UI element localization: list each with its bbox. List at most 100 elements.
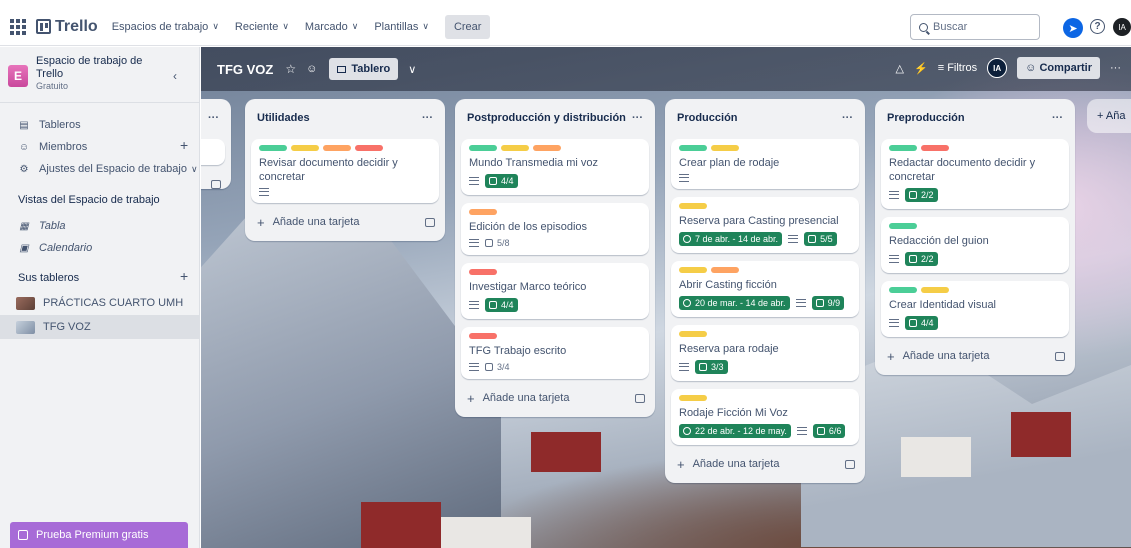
label-green[interactable] [259, 145, 287, 151]
list-menu-icon[interactable]: ··· [208, 112, 219, 124]
help-icon[interactable]: ? [1090, 19, 1105, 34]
label-red[interactable] [469, 269, 497, 275]
sidebar-item-table[interactable]: ▦ Tabla [18, 220, 65, 232]
nav-starred[interactable]: Marcado ∨ [305, 21, 358, 33]
add-board-icon[interactable]: + [180, 268, 188, 284]
card-labels [889, 223, 1061, 229]
sidebar-item-calendar[interactable]: ▣ Calendario [18, 242, 92, 254]
card-badges: 7 de abr. - 14 de abr. 5/5 [679, 232, 851, 246]
label-yellow[interactable] [711, 145, 739, 151]
description-icon [795, 299, 806, 307]
card[interactable]: Reserva para Casting presencial 7 de abr.… [671, 197, 859, 253]
workspace-name[interactable]: Espacio de trabajo de Trello [36, 55, 156, 81]
list-menu-icon[interactable]: ··· [422, 112, 433, 124]
label-green[interactable] [889, 145, 917, 151]
label-yellow[interactable] [679, 267, 707, 273]
label-orange[interactable] [323, 145, 351, 151]
label-yellow[interactable] [291, 145, 319, 151]
card[interactable]: Investigar Marco teórico 4/4 [461, 263, 649, 319]
sidebar-board-tfg-voz[interactable]: TFG VOZ [0, 315, 200, 339]
label-red[interactable] [469, 333, 497, 339]
notifications-icon[interactable]: ➤ [1063, 18, 1083, 38]
visibility-icon[interactable]: ☺ [306, 63, 317, 75]
add-card-button[interactable]: + Añade una tarjeta [671, 453, 859, 475]
due-date-badge[interactable]: 20 de mar. - 14 de abr. [679, 296, 790, 310]
card[interactable]: Mundo Transmedia mi voz 4/4 [461, 139, 649, 195]
list-menu-icon[interactable]: ··· [842, 112, 853, 124]
share-button[interactable]: ☺ Compartir [1017, 57, 1100, 79]
add-card-button[interactable]: + Añade una tarjeta [461, 387, 649, 409]
card-badges: 3/3 [679, 360, 851, 374]
app-switcher-icon[interactable] [10, 18, 26, 35]
label-orange[interactable] [469, 209, 497, 215]
list-header[interactable]: Preproducción ··· [881, 105, 1069, 131]
power-ups-icon[interactable]: △ [896, 62, 904, 75]
list-menu-icon[interactable]: ··· [632, 112, 643, 124]
card[interactable]: Redacción del guion 2/2 [881, 217, 1069, 273]
card-partial[interactable] [201, 139, 225, 165]
label-yellow[interactable] [501, 145, 529, 151]
search-input[interactable]: Buscar [910, 14, 1040, 40]
add-card-button[interactable]: + Añade una tarjeta [881, 345, 1069, 367]
background-house [531, 432, 601, 472]
label-green[interactable] [469, 145, 497, 151]
label-orange[interactable] [711, 267, 739, 273]
sidebar-item-boards[interactable]: ▤ Tableros [18, 119, 80, 131]
more-icon[interactable]: ··· [1110, 62, 1121, 74]
label-orange[interactable] [533, 145, 561, 151]
member-avatar[interactable]: IA [987, 58, 1008, 78]
card[interactable]: Crear Identidad visual 4/4 [881, 281, 1069, 337]
nav-recent[interactable]: Reciente ∨ [235, 21, 289, 33]
label-yellow[interactable] [679, 331, 707, 337]
board-view-button[interactable]: Tablero [329, 58, 399, 80]
board-title[interactable]: TFG VOZ [217, 62, 273, 77]
card[interactable]: TFG Trabajo escrito 3/4 [461, 327, 649, 379]
nav-templates[interactable]: Plantillas ∨ [374, 21, 429, 33]
add-member-icon[interactable]: + [180, 137, 188, 153]
list-header[interactable]: Utilidades ··· [251, 105, 439, 131]
label-red[interactable] [355, 145, 383, 151]
card[interactable]: Abrir Casting ficción 20 de mar. - 14 de … [671, 261, 859, 317]
nav-workspaces[interactable]: Espacios de trabajo ∨ [112, 21, 219, 33]
chevron-down-icon: ∨ [351, 21, 359, 31]
label-green[interactable] [889, 287, 917, 293]
card[interactable]: Revisar documento decidir y concretar [251, 139, 439, 203]
card[interactable]: Rodaje Ficción Mi Voz 22 de abr. - 12 de … [671, 389, 859, 445]
template-icon[interactable] [1055, 351, 1065, 361]
list-header[interactable]: Producción ··· [671, 105, 859, 131]
list-menu-icon[interactable]: ··· [1052, 112, 1063, 124]
filter-button[interactable]: ≡ Filtros [938, 62, 977, 74]
chevron-down-icon[interactable]: ∨ [408, 63, 416, 76]
list-header[interactable]: Postproducción y distribución ··· [461, 105, 649, 131]
star-icon[interactable]: ☆ [285, 62, 296, 76]
checklist-count: 4/4 [501, 176, 514, 186]
card[interactable]: Crear plan de rodaje [671, 139, 859, 189]
label-yellow[interactable] [679, 395, 707, 401]
sidebar-item-settings[interactable]: ⚙ Ajustes del Espacio de trabajo ∨ [18, 163, 198, 175]
add-card-button[interactable]: + Añade una tarjeta [251, 211, 439, 233]
due-date-badge[interactable]: 7 de abr. - 14 de abr. [679, 232, 783, 246]
label-red[interactable] [921, 145, 949, 151]
trello-logo[interactable]: Trello [36, 18, 98, 36]
card[interactable]: Reserva para rodaje 3/3 [671, 325, 859, 381]
template-icon[interactable] [635, 393, 645, 403]
automation-icon[interactable]: ⚡ [914, 62, 928, 75]
template-icon[interactable] [425, 217, 435, 227]
card[interactable]: Edición de los episodios 5/8 [461, 203, 649, 255]
label-green[interactable] [679, 145, 707, 151]
card[interactable]: Redactar documento decidir y concretar 2/… [881, 139, 1069, 209]
due-date-badge[interactable]: 22 de abr. - 12 de may. [679, 424, 791, 438]
add-card-button-partial[interactable] [201, 173, 225, 195]
collapse-sidebar-icon[interactable]: ‹ [173, 69, 177, 83]
label-green[interactable] [889, 223, 917, 229]
add-list-button[interactable]: + Aña [1087, 99, 1131, 133]
premium-trial-button[interactable]: Prueba Premium gratis [10, 522, 188, 548]
label-yellow[interactable] [921, 287, 949, 293]
account-avatar[interactable]: IA [1113, 18, 1131, 36]
sidebar-item-members[interactable]: ☺ Miembros [18, 141, 87, 153]
create-button[interactable]: Crear [444, 14, 491, 39]
label-yellow[interactable] [679, 203, 707, 209]
premium-label: Prueba Premium gratis [36, 529, 149, 541]
template-icon[interactable] [845, 459, 855, 469]
sidebar-board-practicas[interactable]: PRÁCTICAS CUARTO UMH [0, 291, 200, 315]
